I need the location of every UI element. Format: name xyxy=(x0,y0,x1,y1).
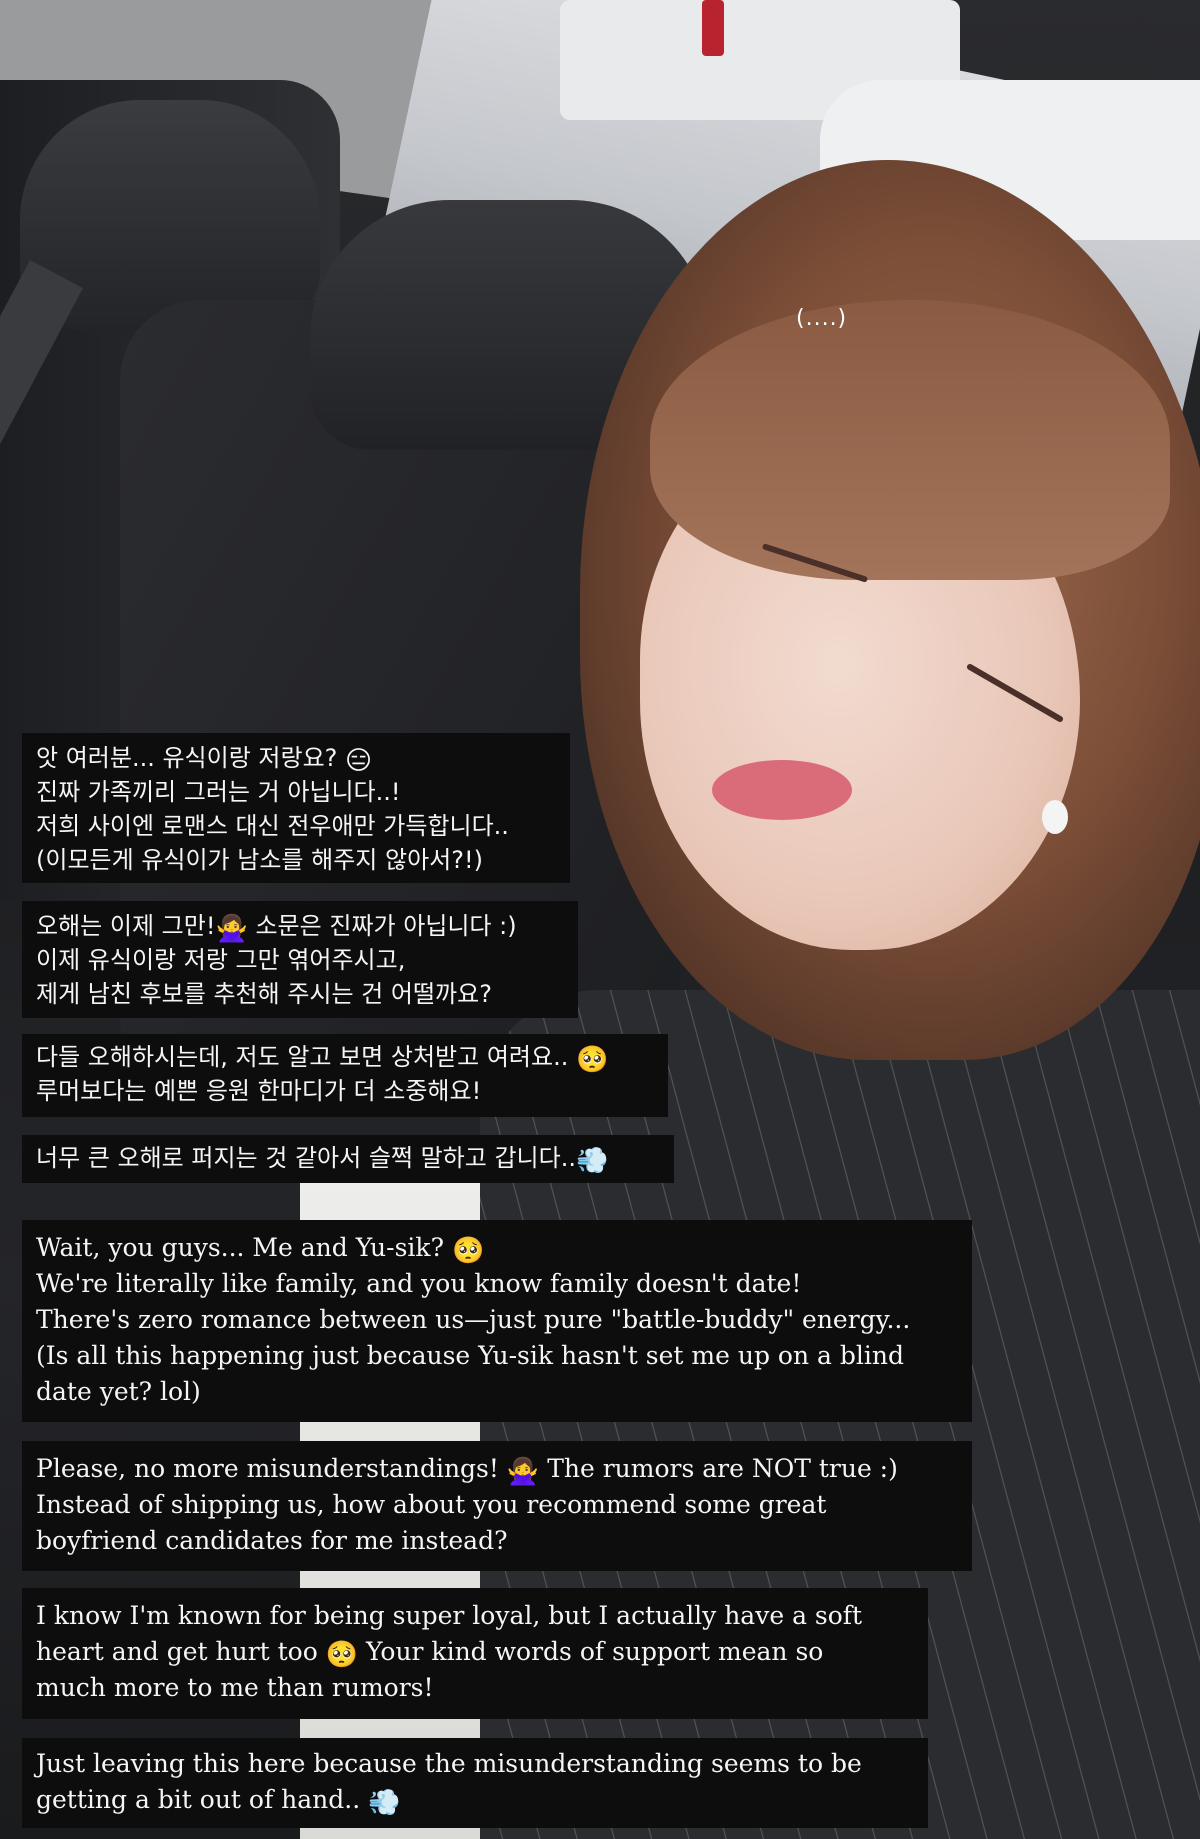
line-text: 제게 남친 후보를 추천해 주시는 건 어떨까요? xyxy=(36,980,492,1008)
text-line: I know I'm known for being super loyal, … xyxy=(36,1598,914,1634)
dash-emoji-icon: 💨 xyxy=(368,1788,401,1818)
pleading-face-emoji-icon: 🥺 xyxy=(325,1640,359,1670)
line-text: 오해는 이제 그만! xyxy=(36,912,216,940)
earbud xyxy=(1042,800,1068,834)
text-line: getting a bit out of hand.. 💨 xyxy=(36,1782,914,1818)
line-text: (이모든게 유식이가 남소를 해주지 않아서?!) xyxy=(36,846,483,874)
text-line: There's zero romance between us—just pur… xyxy=(36,1302,958,1338)
korean-text-block-1: 앗 여러분... 유식이랑 저랑요? 😑 진짜 가족끼리 그러는 거 아닙니다.… xyxy=(22,733,570,883)
dash-emoji-icon: 💨 xyxy=(575,1146,609,1176)
text-line: 오해는 이제 그만!🙅‍♀️ 소문은 진짜가 아닙니다 :) xyxy=(36,909,564,943)
line-text: boyfriend candidates for me instead? xyxy=(36,1526,508,1555)
line-text: Just leaving this here because the misun… xyxy=(36,1749,862,1778)
line-text: much more to me than rumors! xyxy=(36,1673,434,1702)
line-text: 다들 오해하시는데, 저도 알고 보면 상처받고 여려요.. xyxy=(36,1043,576,1071)
english-text-block-3: I know I'm known for being super loyal, … xyxy=(22,1588,928,1719)
text-line: heart and get hurt too 🥺 Your kind words… xyxy=(36,1634,914,1670)
text-line: We're literally like family, and you kno… xyxy=(36,1266,958,1302)
text-line: (이모든게 유식이가 남소를 해주지 않아서?!) xyxy=(36,843,556,877)
line-text: Your kind words of support mean so xyxy=(358,1637,824,1666)
text-line: Instead of shipping us, how about you re… xyxy=(36,1487,958,1523)
line-text: 저희 사이엔 로맨스 대신 전우애만 가득합니다.. xyxy=(36,812,509,840)
text-line: boyfriend candidates for me instead? xyxy=(36,1523,958,1559)
line-text: Please, no more misunderstandings! xyxy=(36,1454,507,1483)
gesturing-no-emoji-icon: 🙅‍♀️ xyxy=(215,914,248,944)
text-line: Just leaving this here because the misun… xyxy=(36,1746,914,1782)
van-taillight xyxy=(702,0,724,56)
text-line: much more to me than rumors! xyxy=(36,1670,914,1706)
line-text: I know I'm known for being super loyal, … xyxy=(36,1601,863,1630)
text-line: (Is all this happening just because Yu-s… xyxy=(36,1338,958,1374)
korean-text-block-3: 다들 오해하시는데, 저도 알고 보면 상처받고 여려요.. 🥺 루머보다는 예… xyxy=(22,1034,668,1117)
english-text-block-2: Please, no more misunderstandings! 🙅‍♀️ … xyxy=(22,1441,972,1571)
line-text: 이제 유식이랑 저랑 그만 엮어주시고, xyxy=(36,946,406,974)
line-text: We're literally like family, and you kno… xyxy=(36,1269,802,1298)
text-line: 이제 유식이랑 저랑 그만 엮어주시고, xyxy=(36,943,564,977)
line-text: The rumors are NOT true :) xyxy=(539,1454,898,1483)
pleading-face-emoji-icon: 🥺 xyxy=(575,1045,609,1075)
english-text-block-4: Just leaving this here because the misun… xyxy=(22,1738,928,1828)
bangs xyxy=(650,300,1170,580)
line-text: getting a bit out of hand.. xyxy=(36,1785,369,1814)
overlay-caption: (....) xyxy=(796,306,848,331)
line-text: There's zero romance between us—just pur… xyxy=(36,1305,911,1334)
korean-text-block-4: 너무 큰 오해로 퍼지는 것 같아서 슬쩍 말하고 갑니다..💨 xyxy=(22,1135,674,1183)
line-text: 너무 큰 오해로 퍼지는 것 같아서 슬쩍 말하고 갑니다.. xyxy=(36,1144,576,1172)
gesturing-no-emoji-icon: 🙅‍♀️ xyxy=(506,1457,540,1487)
line-text: Wait, you guys... Me and Yu-sik? xyxy=(36,1233,452,1262)
text-line: 제게 남친 후보를 추천해 주시는 건 어떨까요? xyxy=(36,977,564,1011)
text-line: 다들 오해하시는데, 저도 알고 보면 상처받고 여려요.. 🥺 xyxy=(36,1040,654,1074)
text-line: 앗 여러분... 유식이랑 저랑요? 😑 xyxy=(36,741,556,775)
text-line: Please, no more misunderstandings! 🙅‍♀️ … xyxy=(36,1451,958,1487)
text-line: date yet? lol) xyxy=(36,1374,958,1410)
text-line: 너무 큰 오해로 퍼지는 것 같아서 슬쩍 말하고 갑니다..💨 xyxy=(36,1141,660,1175)
line-text: Instead of shipping us, how about you re… xyxy=(36,1490,827,1519)
line-text: 진짜 가족끼리 그러는 거 아닙니다..! xyxy=(36,778,401,806)
text-line: 저희 사이엔 로맨스 대신 전우애만 가득합니다.. xyxy=(36,809,556,843)
line-text: date yet? lol) xyxy=(36,1377,201,1406)
line-text: 소문은 진짜가 아닙니다 :) xyxy=(247,912,517,940)
line-text: (Is all this happening just because Yu-s… xyxy=(36,1341,904,1370)
english-text-block-1: Wait, you guys... Me and Yu-sik? 🥺 We're… xyxy=(22,1220,972,1422)
line-text: 앗 여러분... 유식이랑 저랑요? xyxy=(36,744,346,772)
line-text: heart and get hurt too xyxy=(36,1637,326,1666)
text-line: 루머보다는 예쁜 응원 한마디가 더 소중해요! xyxy=(36,1074,654,1108)
expressionless-face-emoji-icon: 😑 xyxy=(345,746,373,776)
korean-text-block-2: 오해는 이제 그만!🙅‍♀️ 소문은 진짜가 아닙니다 :) 이제 유식이랑 저… xyxy=(22,901,578,1018)
lips xyxy=(712,760,852,820)
text-line: Wait, you guys... Me and Yu-sik? 🥺 xyxy=(36,1230,958,1266)
line-text: 루머보다는 예쁜 응원 한마디가 더 소중해요! xyxy=(36,1077,482,1105)
pleading-face-emoji-icon: 🥺 xyxy=(451,1236,485,1266)
text-line: 진짜 가족끼리 그러는 거 아닙니다..! xyxy=(36,775,556,809)
